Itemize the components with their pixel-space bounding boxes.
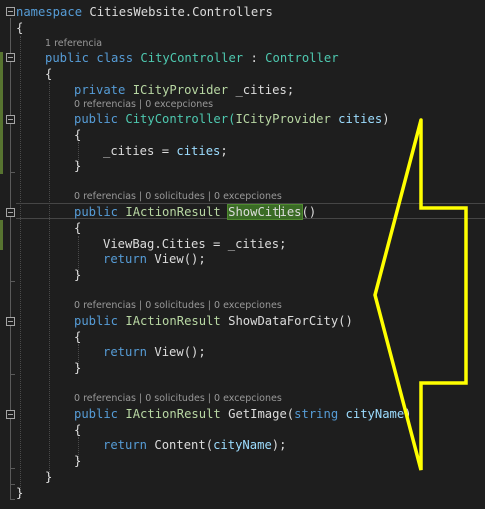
code-editor[interactable]: namespace CitiesWebsite.Controllers { 1 … (0, 0, 485, 509)
arrow-pointing-left-icon (373, 118, 468, 471)
